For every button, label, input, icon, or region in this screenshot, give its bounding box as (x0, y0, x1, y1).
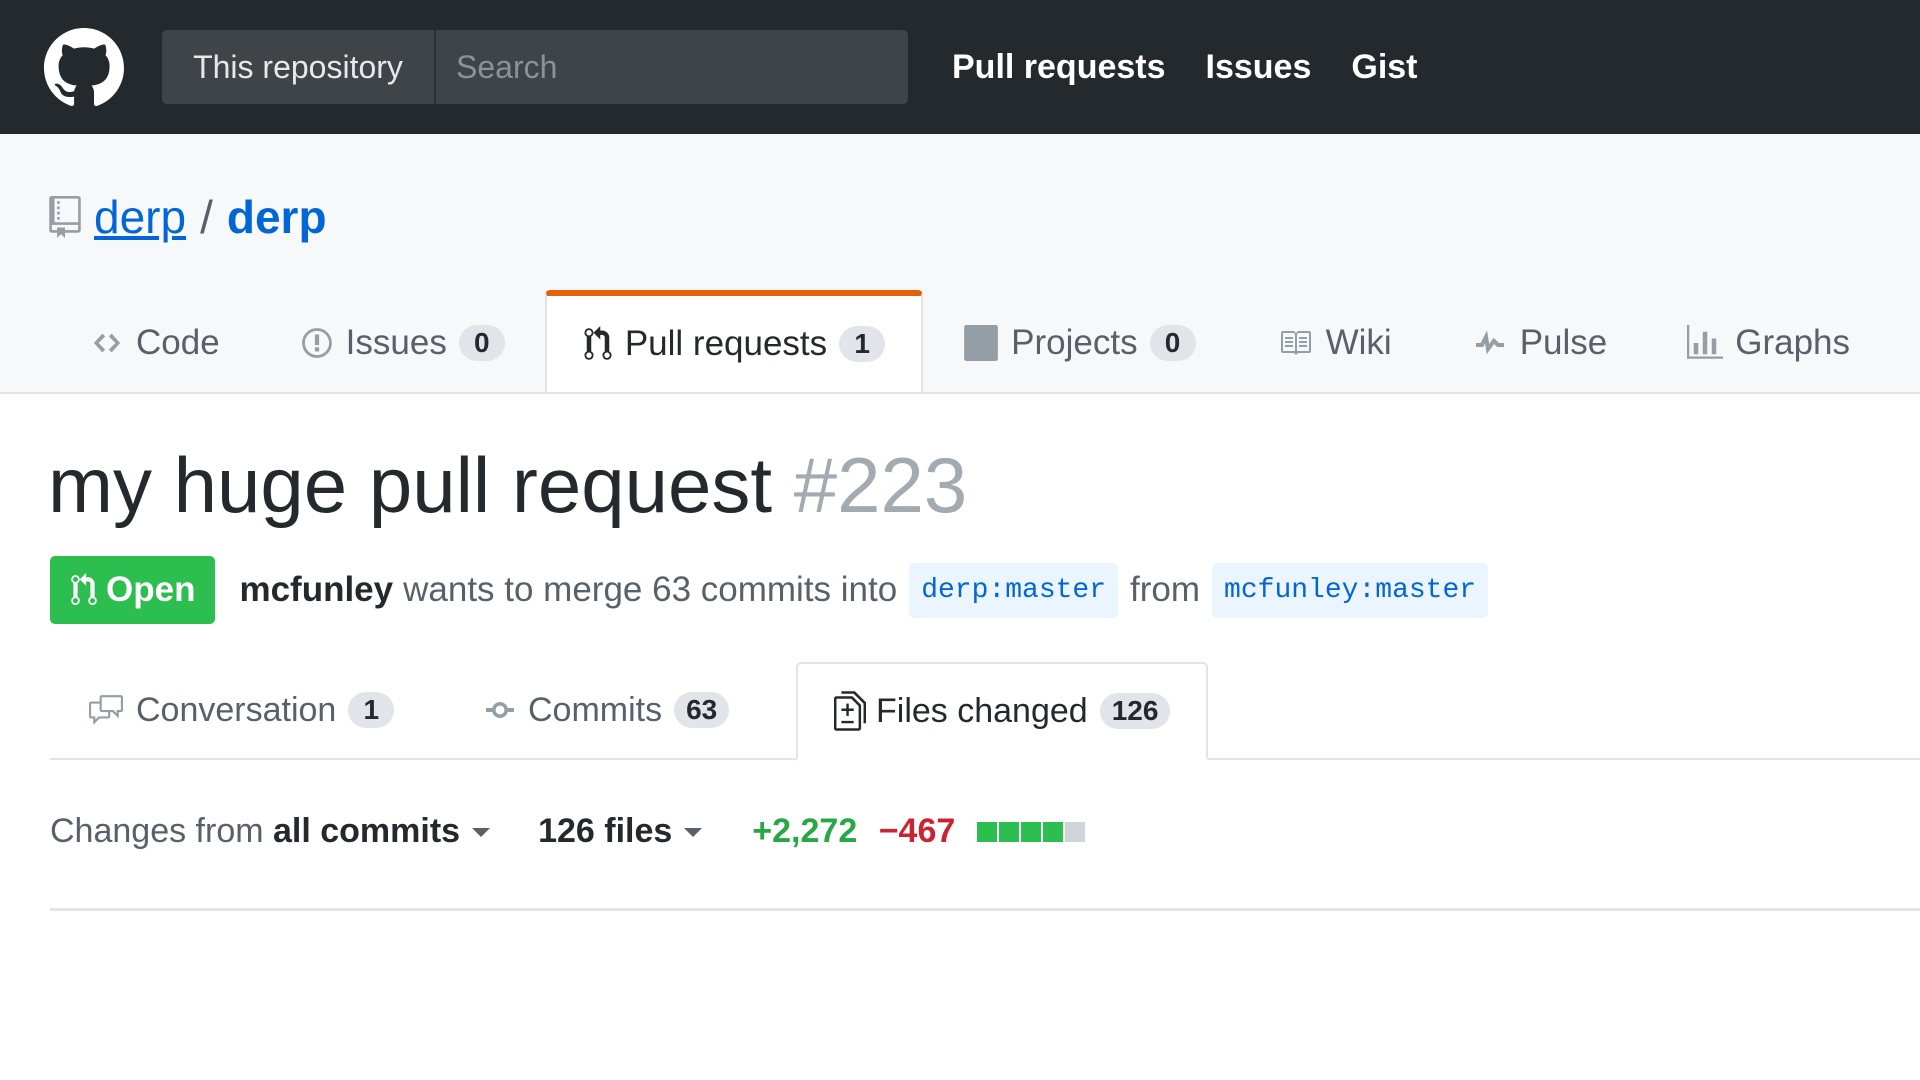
head-branch[interactable]: mcfunley:master (1212, 562, 1489, 618)
reponav-wiki-label: Wiki (1325, 323, 1392, 362)
diffstat-block-added (1042, 821, 1063, 842)
chevron-down-icon (472, 828, 491, 838)
pr-tabnav: Conversation 1 Commits 63 Files changed … (50, 662, 1920, 760)
search-input[interactable] (436, 30, 908, 104)
repo-path-separator: / (200, 191, 213, 243)
search-box: This repository (162, 30, 908, 104)
commits-counter: 63 (674, 692, 730, 728)
graph-icon (1687, 325, 1724, 359)
repo-name-link[interactable]: derp (227, 190, 327, 244)
pr-number: #223 (793, 441, 968, 529)
git-pull-request-icon (584, 326, 612, 360)
reponav-pull-requests-label: Pull requests (624, 324, 828, 363)
diffstat-blocks (976, 821, 1087, 842)
reponav-wiki[interactable]: Wiki (1236, 294, 1432, 392)
deletions-count: −467 (878, 811, 956, 850)
pr-state-label: Open (106, 570, 196, 609)
reponav-pulse[interactable]: Pulse (1432, 294, 1648, 392)
base-branch[interactable]: derp:master (909, 562, 1119, 618)
chevron-down-icon (684, 828, 703, 838)
reponav-issues-label: Issues (345, 323, 447, 362)
issues-counter: 0 (458, 325, 505, 361)
files-dropdown[interactable]: 126 files (538, 811, 703, 851)
reponav-projects[interactable]: Projects 0 (923, 294, 1235, 392)
code-icon (93, 333, 121, 353)
files-changed-counter: 126 (1099, 693, 1171, 729)
comment-discussion-icon (89, 695, 123, 725)
from-text: from (1130, 570, 1201, 609)
tab-commits-label: Commits (528, 690, 663, 729)
diffstat-block-added (998, 821, 1019, 842)
reponav-code-label: Code (136, 323, 220, 362)
repo-owner-link[interactable]: derp (94, 190, 186, 244)
pr-state-badge: Open (50, 556, 216, 624)
changes-from-value: all commits (273, 811, 461, 850)
pr-meta: Open mcfunley wants to merge 63 commits … (50, 556, 1500, 624)
tab-commits[interactable]: Commits 63 (482, 662, 730, 758)
project-icon (964, 325, 999, 361)
reponav-graphs-label: Graphs (1735, 323, 1851, 362)
projects-counter: 0 (1149, 325, 1196, 361)
repo-header: derp / derp Code Issues 0 Pull requests … (0, 134, 1920, 394)
git-pull-request-icon (71, 573, 97, 605)
tab-conversation-label: Conversation (136, 690, 337, 729)
conversation-counter: 1 (348, 692, 395, 728)
merge-description: wants to merge 63 commits into (403, 570, 898, 609)
search-scope-label: This repository (162, 30, 436, 104)
changes-from-prefix: Changes from (50, 811, 264, 850)
tab-files-changed[interactable]: Files changed 126 (796, 662, 1209, 760)
reponav-projects-label: Projects (1011, 323, 1138, 362)
header-link-gist[interactable]: Gist (1351, 48, 1417, 87)
additions-count: +2,272 (752, 811, 858, 850)
pr-title-text: my huge pull request (48, 441, 773, 529)
header-link-issues[interactable]: Issues (1206, 48, 1312, 87)
global-header: This repository Pull requests Issues Gis… (0, 0, 1920, 134)
files-count-label: 126 files (538, 811, 673, 850)
changes-from-dropdown[interactable]: Changes from all commits (50, 811, 491, 851)
header-link-pull-requests[interactable]: Pull requests (952, 48, 1166, 87)
repo-nav: Code Issues 0 Pull requests 1 Projects 0 (50, 290, 1890, 392)
reponav-issues[interactable]: Issues 0 (260, 294, 545, 392)
reponav-code[interactable]: Code (50, 294, 260, 392)
git-commit-icon (486, 702, 514, 718)
pr-title: my huge pull request #223 (48, 440, 967, 531)
diffstat-block-neutral (1064, 821, 1085, 842)
repo-title: derp / derp (48, 190, 327, 244)
diffstat-block-added (1020, 821, 1041, 842)
pulse-icon (1475, 330, 1504, 355)
github-logo-icon[interactable] (44, 28, 124, 108)
book-icon (1280, 331, 1311, 355)
reponav-pull-requests[interactable]: Pull requests 1 (544, 290, 924, 392)
diffstat-summary: +2,272 −467 (752, 812, 1086, 851)
reponav-graphs[interactable]: Graphs (1647, 294, 1890, 392)
tab-files-changed-label: Files changed (876, 691, 1088, 730)
pull-requests-counter: 1 (839, 326, 886, 362)
diff-toolbar: Changes from all commits 126 files +2,27… (50, 806, 1087, 856)
header-nav: Pull requests Issues Gist (952, 0, 1458, 134)
file-diff-icon (834, 691, 866, 731)
reponav-pulse-label: Pulse (1519, 323, 1608, 362)
diffstat-block-added (976, 821, 997, 842)
divider (50, 908, 1920, 911)
issue-opened-icon (301, 328, 332, 358)
tab-conversation[interactable]: Conversation 1 (86, 662, 395, 758)
pr-author-link[interactable]: mcfunley (239, 570, 393, 610)
repo-icon (49, 196, 81, 238)
